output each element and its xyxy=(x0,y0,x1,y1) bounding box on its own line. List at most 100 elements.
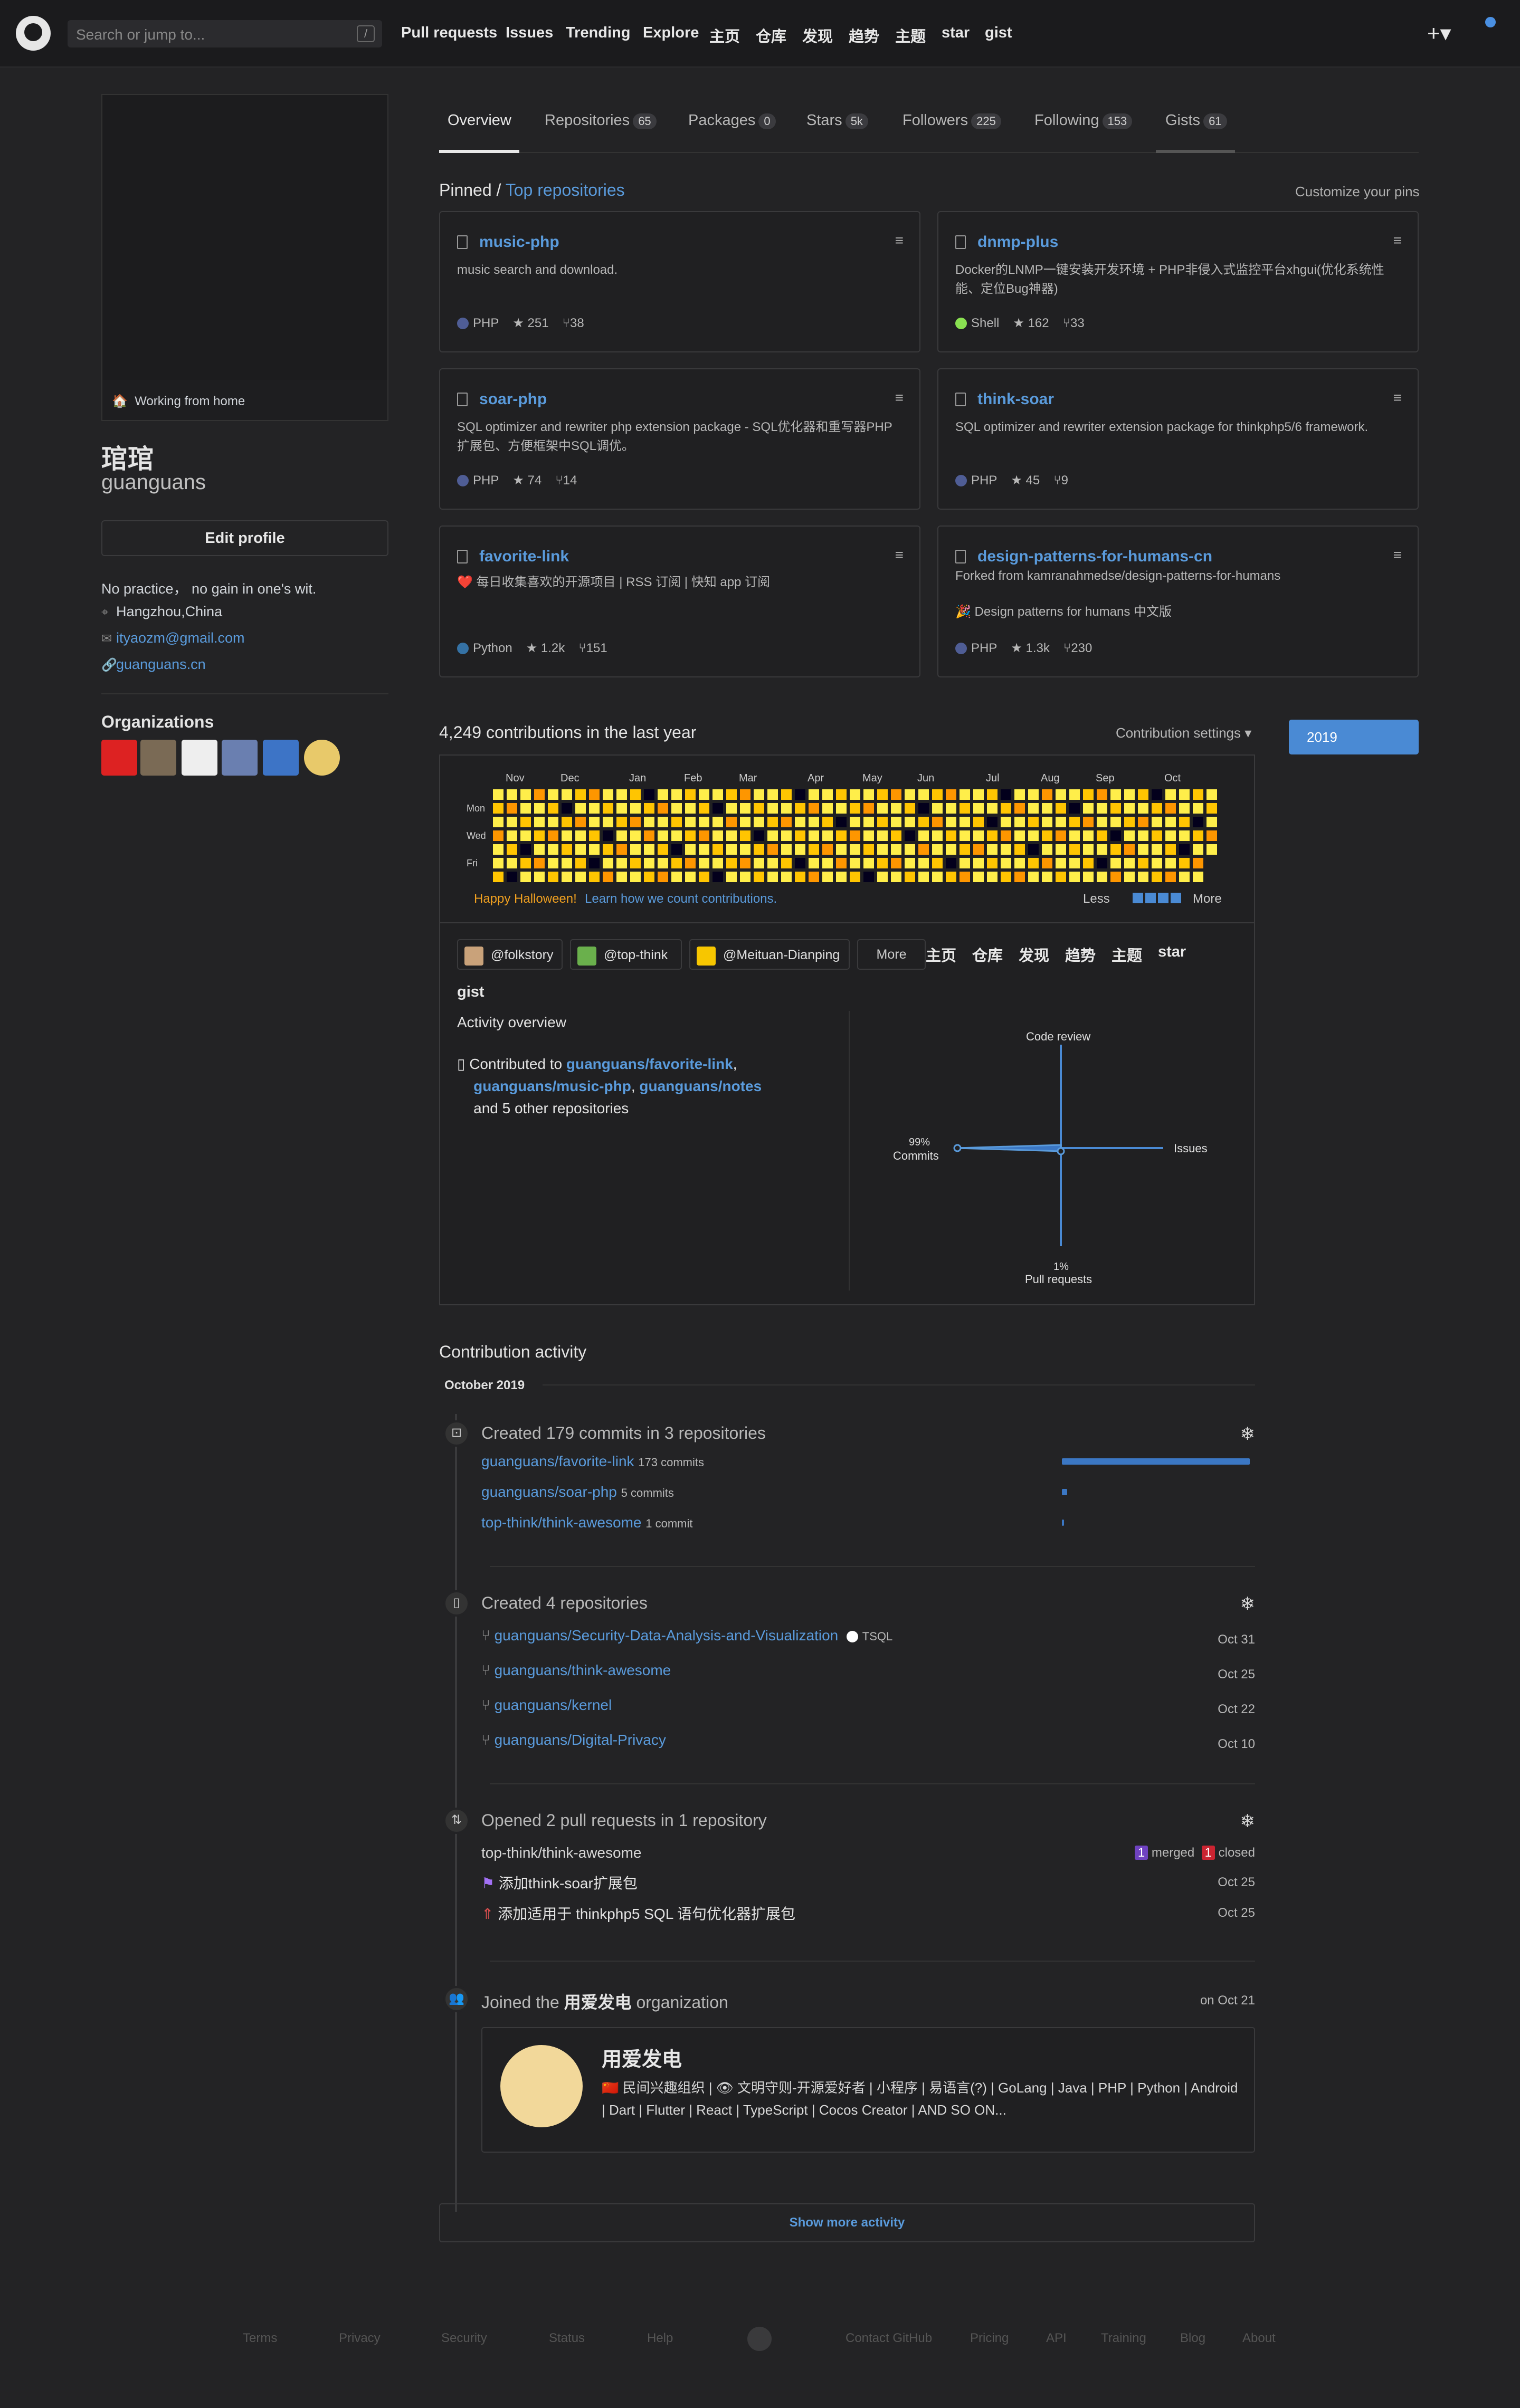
contribution-day-cell[interactable] xyxy=(740,872,750,882)
joined-org-name[interactable]: 用爱发电 xyxy=(564,1993,632,2012)
contribution-day-cell[interactable] xyxy=(1165,830,1176,841)
contribution-day-cell[interactable] xyxy=(740,830,750,841)
contribution-day-cell[interactable] xyxy=(1193,803,1203,814)
contribution-day-cell[interactable] xyxy=(1097,803,1107,814)
contribution-day-cell[interactable] xyxy=(1014,817,1025,827)
contribution-day-cell[interactable] xyxy=(671,844,682,855)
contribution-day-cell[interactable] xyxy=(1042,830,1052,841)
contribution-day-cell[interactable] xyxy=(685,858,696,868)
contribution-day-cell[interactable] xyxy=(987,844,998,855)
contribution-day-cell[interactable] xyxy=(863,803,874,814)
contribution-day-cell[interactable] xyxy=(946,789,956,800)
contribution-day-cell[interactable] xyxy=(1001,830,1011,841)
contribution-day-cell[interactable] xyxy=(891,817,901,827)
contribution-day-cell[interactable] xyxy=(1193,872,1203,882)
contribution-day-cell[interactable] xyxy=(548,858,558,868)
contribution-day-cell[interactable] xyxy=(1165,872,1176,882)
contribution-day-cell[interactable] xyxy=(589,817,600,827)
contribution-day-cell[interactable] xyxy=(630,817,641,827)
contribution-day-cell[interactable] xyxy=(1083,803,1094,814)
contribution-day-cell[interactable] xyxy=(1138,830,1148,841)
repo-stars[interactable]: 45 xyxy=(1026,473,1040,488)
contribution-day-cell[interactable] xyxy=(1152,844,1162,855)
contribution-day-cell[interactable] xyxy=(1206,803,1217,814)
contribution-day-cell[interactable] xyxy=(973,844,984,855)
contribution-day-cell[interactable] xyxy=(754,844,764,855)
contribution-day-cell[interactable] xyxy=(836,872,847,882)
new-repo-link[interactable]: guanguans/Security-Data-Analysis-and-Vis… xyxy=(495,1627,839,1643)
contribution-day-cell[interactable] xyxy=(507,830,517,841)
pr-row[interactable]: ⇑ 添加适用于 thinkphp5 SQL 语句优化器扩展包 xyxy=(481,1903,795,1924)
nav-home[interactable]: 主页 xyxy=(709,24,740,46)
contribution-day-cell[interactable] xyxy=(575,872,586,882)
contribution-day-cell[interactable] xyxy=(1124,858,1135,868)
contribution-day-cell[interactable] xyxy=(905,803,915,814)
contribution-day-cell[interactable] xyxy=(877,830,888,841)
contribution-day-cell[interactable] xyxy=(795,844,805,855)
contribution-day-cell[interactable] xyxy=(1124,817,1135,827)
contribution-day-cell[interactable] xyxy=(1152,789,1162,800)
contribution-day-cell[interactable] xyxy=(520,789,531,800)
github-footer-icon[interactable] xyxy=(747,2327,772,2351)
contribution-day-cell[interactable] xyxy=(1042,817,1052,827)
contribution-day-cell[interactable] xyxy=(534,844,545,855)
repo-name-link[interactable]: dnmp-plus xyxy=(977,233,1058,251)
inline-nav-star[interactable]: star xyxy=(1158,943,1186,961)
tab-gists[interactable]: Gists 61 xyxy=(1165,112,1227,129)
edit-profile-button[interactable]: Edit profile xyxy=(101,520,388,556)
contribution-day-cell[interactable] xyxy=(1056,844,1066,855)
contribution-day-cell[interactable] xyxy=(918,803,929,814)
contribution-day-cell[interactable] xyxy=(1028,789,1039,800)
contribution-day-cell[interactable] xyxy=(1097,858,1107,868)
contribution-day-cell[interactable] xyxy=(905,789,915,800)
contribution-day-cell[interactable] xyxy=(905,817,915,827)
contribution-day-cell[interactable] xyxy=(616,830,627,841)
contribution-day-cell[interactable] xyxy=(1179,830,1190,841)
create-new-icon[interactable]: +▾ xyxy=(1427,20,1451,46)
contribution-day-cell[interactable] xyxy=(644,789,654,800)
contribution-day-cell[interactable] xyxy=(1083,858,1094,868)
github-logo-icon[interactable] xyxy=(16,16,51,51)
contributed-repo-link[interactable]: guanguans/notes xyxy=(639,1078,762,1094)
contribution-day-cell[interactable] xyxy=(1042,858,1052,868)
more-orgs-button[interactable]: More xyxy=(857,939,926,970)
repo-stars[interactable]: 1.2k xyxy=(541,641,565,655)
contribution-settings-dropdown[interactable]: Contribution settings ▾ xyxy=(1116,725,1251,741)
contribution-day-cell[interactable] xyxy=(671,858,682,868)
contribution-day-cell[interactable] xyxy=(1179,789,1190,800)
contribution-day-cell[interactable] xyxy=(726,803,737,814)
contribution-day-cell[interactable] xyxy=(973,830,984,841)
contribution-day-cell[interactable] xyxy=(603,872,613,882)
commit-repo-link[interactable]: guanguans/soar-php xyxy=(481,1484,617,1500)
contribution-day-cell[interactable] xyxy=(1069,844,1080,855)
contribution-day-cell[interactable] xyxy=(1179,803,1190,814)
contribution-day-cell[interactable] xyxy=(699,872,709,882)
contribution-day-cell[interactable] xyxy=(1069,789,1080,800)
contribution-day-cell[interactable] xyxy=(960,858,970,868)
contribution-day-cell[interactable] xyxy=(1152,872,1162,882)
contribution-day-cell[interactable] xyxy=(534,872,545,882)
contribution-day-cell[interactable] xyxy=(1056,789,1066,800)
contribution-day-cell[interactable] xyxy=(493,789,504,800)
contribution-day-cell[interactable] xyxy=(1165,789,1176,800)
contribution-day-cell[interactable] xyxy=(1014,844,1025,855)
contribution-day-cell[interactable] xyxy=(836,844,847,855)
contribution-day-cell[interactable] xyxy=(562,830,572,841)
contribution-day-cell[interactable] xyxy=(740,789,750,800)
contribution-day-cell[interactable] xyxy=(822,858,833,868)
contribution-day-cell[interactable] xyxy=(767,789,778,800)
inline-nav-gist[interactable]: gist xyxy=(457,983,484,1001)
contribution-day-cell[interactable] xyxy=(1028,803,1039,814)
contribution-day-cell[interactable] xyxy=(1206,789,1217,800)
contribution-day-cell[interactable] xyxy=(795,803,805,814)
contribution-day-cell[interactable] xyxy=(863,858,874,868)
contribution-day-cell[interactable] xyxy=(699,858,709,868)
contribution-day-cell[interactable] xyxy=(726,789,737,800)
contribution-day-cell[interactable] xyxy=(850,817,860,827)
contribution-day-cell[interactable] xyxy=(658,858,668,868)
contribution-day-cell[interactable] xyxy=(1138,858,1148,868)
contribution-day-cell[interactable] xyxy=(493,830,504,841)
contribution-day-cell[interactable] xyxy=(1110,872,1121,882)
contribution-day-cell[interactable] xyxy=(548,789,558,800)
inline-nav-repos[interactable]: 仓库 xyxy=(972,943,1003,966)
